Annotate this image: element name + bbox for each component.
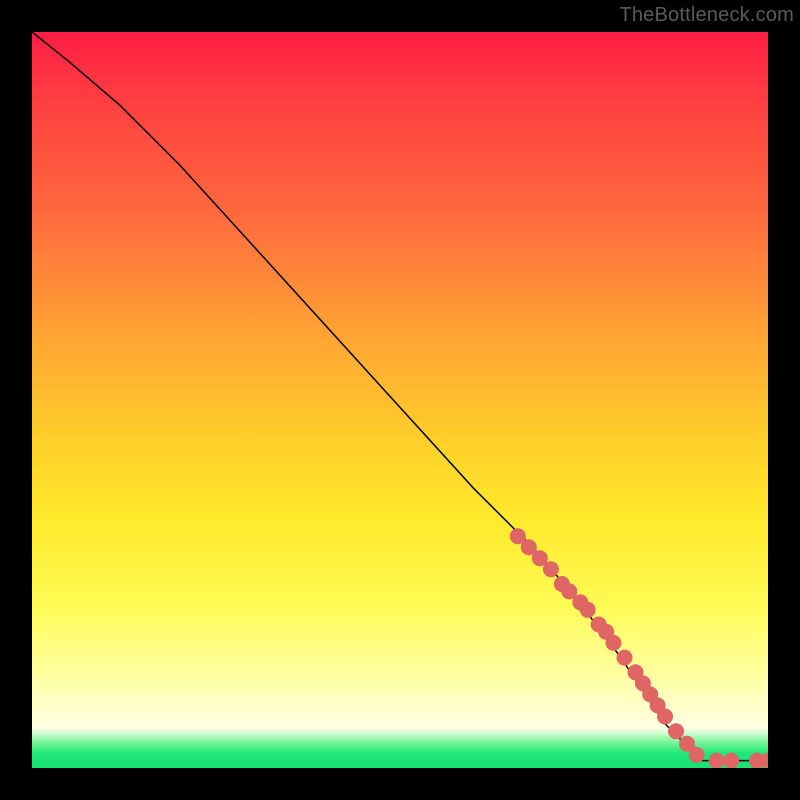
chart-data-point xyxy=(668,723,684,739)
chart-data-point xyxy=(617,650,633,666)
chart-curve-line xyxy=(32,32,768,761)
watermark-label: TheBottleneck.com xyxy=(619,4,794,27)
chart-plot-area xyxy=(32,32,768,768)
chart-data-point xyxy=(605,635,621,651)
chart-data-point xyxy=(709,753,725,768)
chart-data-point xyxy=(689,747,705,763)
chart-data-point xyxy=(657,709,673,725)
chart-data-point xyxy=(723,753,739,768)
chart-svg xyxy=(32,32,768,768)
chart-data-point xyxy=(543,561,559,577)
chart-data-point xyxy=(580,602,596,618)
chart-scatter-group xyxy=(510,528,768,768)
